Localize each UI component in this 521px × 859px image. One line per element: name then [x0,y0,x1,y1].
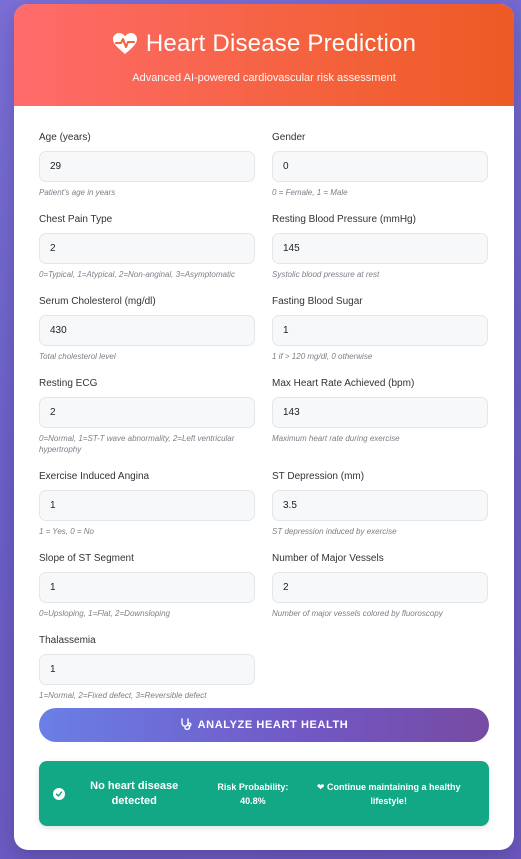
st-depression-input[interactable]: 3.5 [272,490,488,521]
st-depression-hint: ST depression induced by exercise [272,527,397,536]
stethoscope-icon [180,717,192,733]
page-title: Heart Disease Prediction [145,30,417,57]
age-label: Age (years) [39,132,91,143]
resting-bp-label: Resting Blood Pressure (mmHg) [272,214,416,225]
resting-ecg-input[interactable]: 2 [39,397,255,428]
max-hr-label: Max Heart Rate Achieved (bpm) [272,378,415,389]
exercise-angina-input[interactable]: 1 [39,490,255,521]
result-advice-text: Continue maintaining a healthy lifestyle… [326,781,461,806]
age-field-group: Age (years) 29 Patient's age in years [39,132,255,198]
resting-bp-field-group: Resting Blood Pressure (mmHg) 145 Systol… [272,214,488,280]
prediction-form: Age (years) 29 Patient's age in years Ge… [39,132,489,717]
slope-input[interactable]: 1 [39,572,255,603]
form-row: Slope of ST Segment 1 0=Upsloping, 1=Fla… [39,553,489,619]
gender-hint: 0 = Female, 1 = Male [272,188,348,197]
age-hint: Patient's age in years [39,188,116,197]
age-input[interactable]: 29 [39,151,255,182]
cholesterol-field-group: Serum Cholesterol (mg/dl) 430 Total chol… [39,296,255,362]
heart-pulse-icon [112,32,138,56]
slope-label: Slope of ST Segment [39,553,134,564]
prediction-card: Heart Disease Prediction Advanced AI-pow… [14,4,514,850]
resting-ecg-hint: 0=Normal, 1=ST-T wave abnormality, 2=Lef… [39,434,235,454]
exercise-angina-label: Exercise Induced Angina [39,471,150,482]
max-hr-hint: Maximum heart rate during exercise [272,434,400,443]
thalassemia-field-group: Thalassemia 1 1=Normal, 2=Fixed defect, … [39,635,255,701]
resting-bp-input[interactable]: 145 [272,233,488,264]
slope-field-group: Slope of ST Segment 1 0=Upsloping, 1=Fla… [39,553,255,619]
fasting-bs-input[interactable]: 1 [272,315,488,346]
chest-pain-field-group: Chest Pain Type 2 0=Typical, 1=Atypical,… [39,214,255,280]
chest-pain-hint: 0=Typical, 1=Atypical, 2=Non-anginal, 3=… [39,270,235,279]
chest-pain-label: Chest Pain Type [39,214,113,225]
form-row: Age (years) 29 Patient's age in years Ge… [39,132,489,198]
thalassemia-label: Thalassemia [39,635,96,646]
result-panel: No heart disease detected Risk Probabili… [39,761,489,826]
thalassemia-input[interactable]: 1 [39,654,255,685]
analyze-button-label: ANALYZE HEART HEALTH [197,719,349,731]
form-row: Serum Cholesterol (mg/dl) 430 Total chol… [39,296,489,362]
fasting-bs-hint: 1 if > 120 mg/dl, 0 otherwise [272,352,373,361]
cholesterol-hint: Total cholesterol level [39,352,116,361]
form-row: Chest Pain Type 2 0=Typical, 1=Atypical,… [39,214,489,280]
heart-icon: ❤ [316,781,325,792]
slope-hint: 0=Upsloping, 1=Flat, 2=Downsloping [39,609,170,618]
thalassemia-hint: 1=Normal, 2=Fixed defect, 3=Reversible d… [39,691,207,700]
chest-pain-input[interactable]: 2 [39,233,255,264]
exercise-angina-hint: 1 = Yes, 0 = No [39,527,95,536]
form-row: Thalassemia 1 1=Normal, 2=Fixed defect, … [39,635,489,701]
cholesterol-input[interactable]: 430 [39,315,255,346]
gender-label: Gender [272,132,306,143]
exercise-angina-field-group: Exercise Induced Angina 1 1 = Yes, 0 = N… [39,471,255,537]
fasting-bs-label: Fasting Blood Sugar [272,296,363,307]
header: Heart Disease Prediction Advanced AI-pow… [14,4,514,106]
vessels-field-group: Number of Major Vessels 2 Number of majo… [272,553,488,619]
vessels-input[interactable]: 2 [272,572,488,603]
analyze-button[interactable]: ANALYZE HEART HEALTH [39,708,489,742]
max-hr-input[interactable]: 143 [272,397,488,428]
st-depression-label: ST Depression (mm) [272,471,365,482]
gender-field-group: Gender 0 0 = Female, 1 = Male [272,132,488,198]
st-depression-field-group: ST Depression (mm) 3.5 ST depression ind… [272,471,488,537]
resting-ecg-label: Resting ECG [39,378,98,389]
risk-probability: Risk Probability: 40.8% [217,781,289,806]
vessels-label: Number of Major Vessels [272,553,384,564]
vessels-hint: Number of major vessels colored by fluor… [272,609,443,618]
gender-input[interactable]: 0 [272,151,488,182]
check-circle-icon [53,787,65,800]
title-row: Heart Disease Prediction [14,30,514,58]
resting-ecg-field-group: Resting ECG 2 0=Normal, 1=ST-T wave abno… [39,378,255,455]
result-status: No heart disease detected [90,779,179,807]
cholesterol-label: Serum Cholesterol (mg/dl) [39,296,156,307]
resting-bp-hint: Systolic blood pressure at rest [272,270,380,279]
result-advice: ❤ Continue maintaining a healthy lifesty… [302,780,475,808]
form-row: Resting ECG 2 0=Normal, 1=ST-T wave abno… [39,378,489,455]
max-hr-field-group: Max Heart Rate Achieved (bpm) 143 Maximu… [272,378,488,455]
fasting-bs-field-group: Fasting Blood Sugar 1 1 if > 120 mg/dl, … [272,296,488,362]
form-row: Exercise Induced Angina 1 1 = Yes, 0 = N… [39,471,489,537]
page-subtitle: Advanced AI-powered cardiovascular risk … [132,72,396,84]
